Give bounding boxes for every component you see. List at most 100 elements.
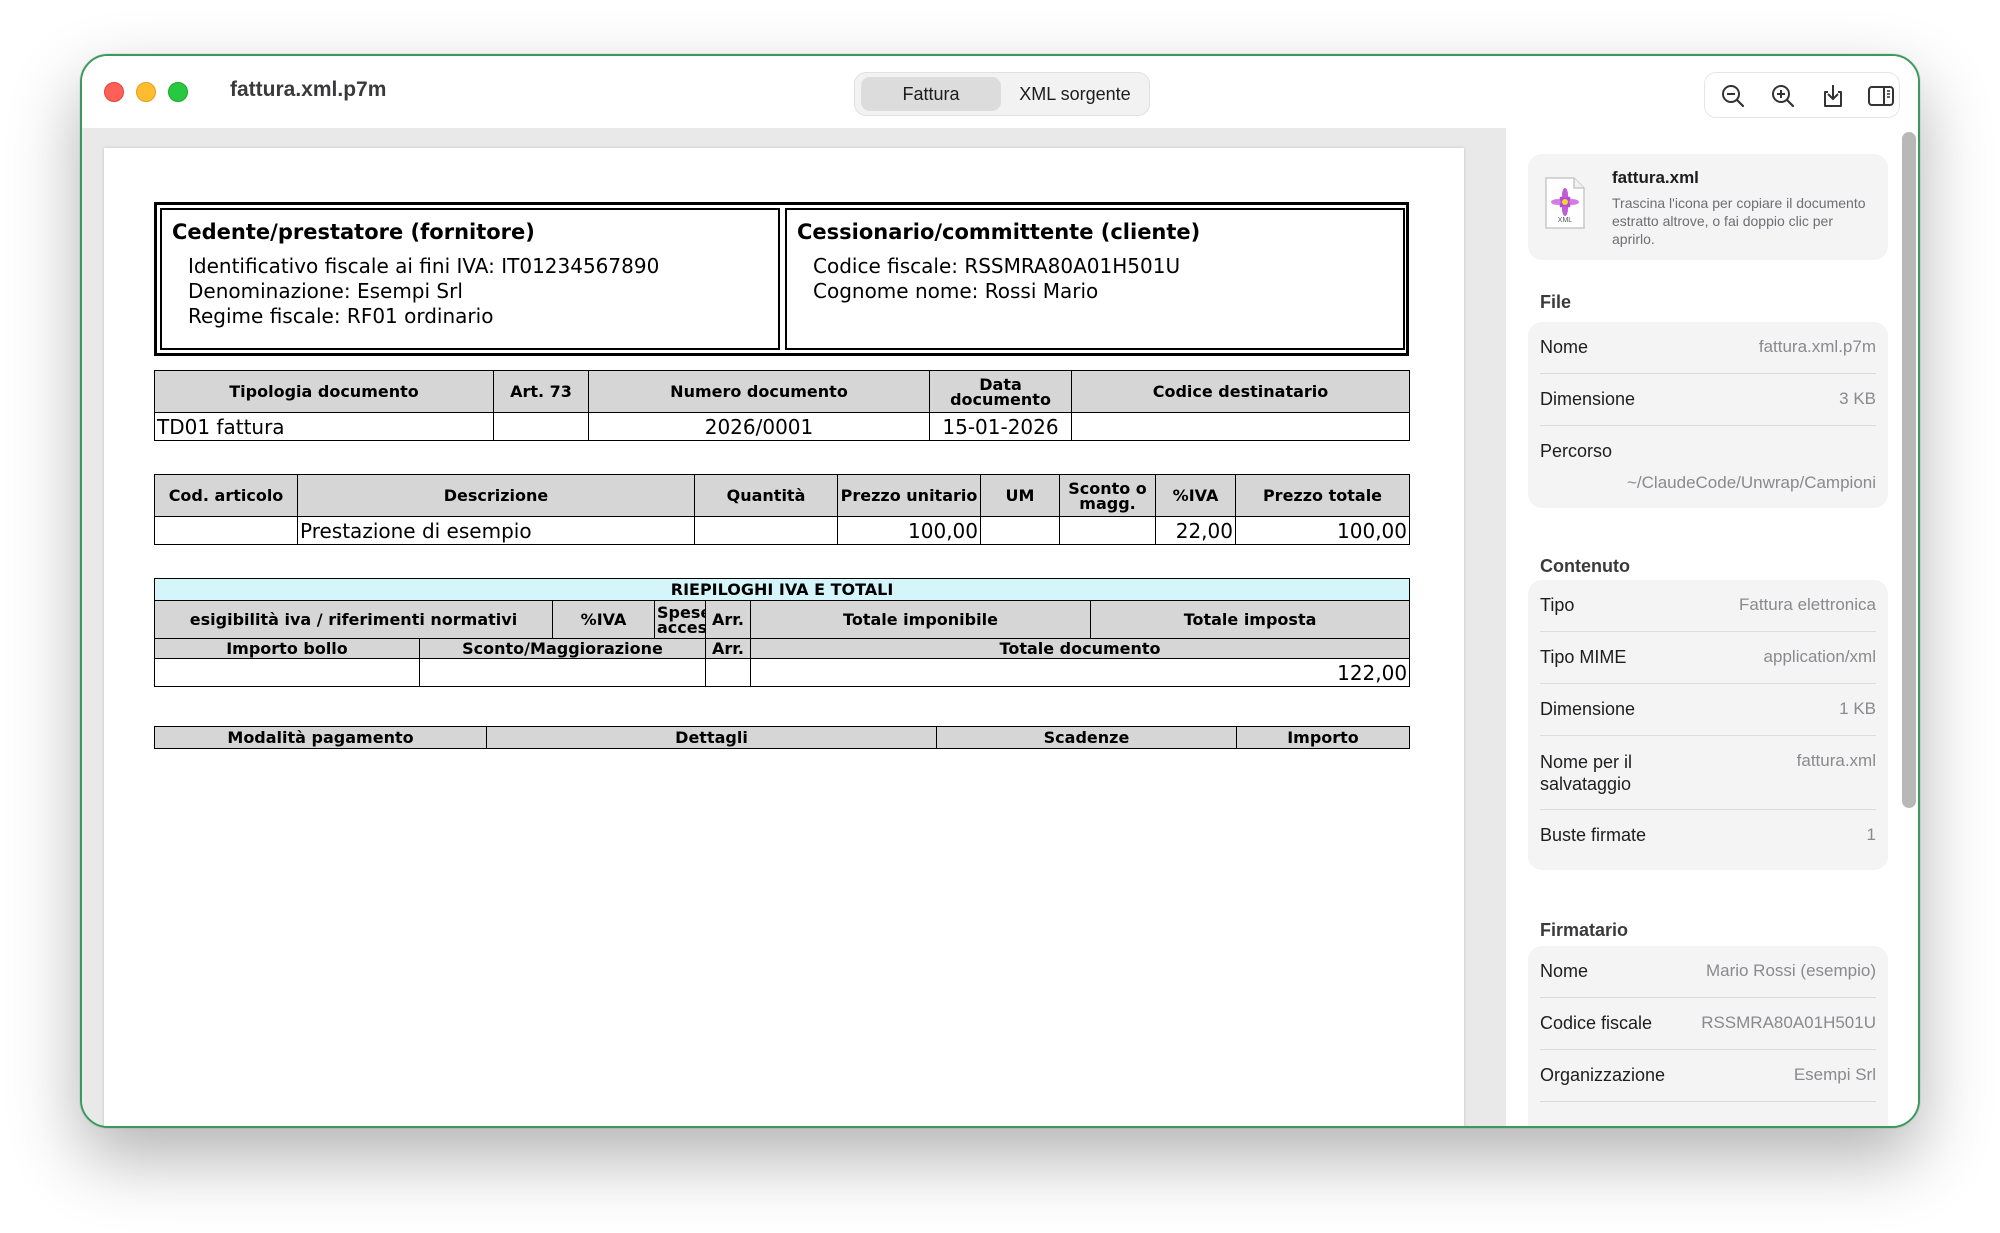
header-cell: Spese accessorie	[654, 600, 706, 639]
tab-xml-sorgente[interactable]: XML sorgente	[1005, 77, 1145, 111]
discount-surcharge	[419, 658, 706, 687]
info-value: RSSMRA80A01H501U	[1701, 1013, 1876, 1032]
item-unit-price: 100,00	[837, 516, 981, 545]
info-value: Mario Rossi (esempio)	[1705, 961, 1876, 980]
view-switcher: Fattura XML sorgente	[854, 72, 1150, 116]
document-data-table: Tipologia documento Art. 73 Numero docum…	[154, 370, 1410, 441]
info-row: Organizzazione Esempi Srl	[1540, 1062, 1876, 1092]
info-key: Organizzazione	[1540, 1065, 1666, 1085]
line-items-table: Cod. articolo Descrizione Quantità Prezz…	[154, 474, 1410, 545]
header-cell: Sconto o magg.	[1059, 474, 1156, 517]
divider	[1540, 683, 1876, 684]
xml-file-icon[interactable]: XML	[1544, 176, 1586, 230]
close-button[interactable]	[104, 82, 124, 102]
zoom-out-icon[interactable]	[1717, 80, 1749, 112]
invoice-page: Cedente/prestatore (fornitore) Identific…	[104, 148, 1464, 1126]
info-key: Nome per il salvataggio	[1540, 752, 1633, 794]
zoom-window-button[interactable]	[168, 82, 188, 102]
info-row: Tipo MIME application/xml	[1540, 644, 1876, 674]
info-row: Tipo Fattura elettronica	[1540, 592, 1876, 622]
summary-title: RIEPILOGHI IVA E TOTALI	[153, 578, 1411, 601]
divider	[1540, 425, 1876, 426]
header-cell: Art. 73	[493, 370, 589, 413]
info-row: Nome Mario Rossi (esempio)	[1540, 958, 1876, 988]
zoom-in-icon[interactable]	[1767, 80, 1799, 112]
cessionario-name: Cognome nome: Rossi Mario	[813, 279, 1099, 303]
recipient-code	[1071, 412, 1410, 441]
header-cell: Modalità pagamento	[154, 726, 487, 749]
divider	[1540, 809, 1876, 810]
section-title-file: File	[1540, 292, 1572, 312]
header-cell: Scadenze	[936, 726, 1237, 749]
header-cell: Dettagli	[486, 726, 937, 749]
document-type: TD01 fattura	[154, 412, 494, 441]
art73-value	[493, 412, 589, 441]
header-cell: Sconto/Maggiorazione	[419, 638, 706, 659]
export-icon[interactable]	[1817, 80, 1849, 112]
info-value: ~/ClaudeCode/Unwrap/Campioni	[1627, 473, 1876, 492]
extracted-file-hint: Trascina l'icona per copiare il document…	[1612, 195, 1866, 247]
cedente-vat-id: Identificativo fiscale ai fini IVA: IT01…	[188, 254, 660, 278]
header-cell: Cod. articolo	[154, 474, 298, 517]
header-cell: %IVA	[552, 600, 655, 639]
info-row: Dimensione 3 KB	[1540, 386, 1876, 416]
extracted-file-name: fattura.xml	[1612, 168, 1699, 187]
cedente-title: Cedente/prestatore (fornitore)	[172, 220, 535, 244]
document-number: 2026/0001	[588, 412, 930, 441]
info-key: Dimensione	[1540, 699, 1636, 719]
rounding	[705, 658, 751, 687]
content-info-group: Tipo Fattura elettronica Tipo MIME appli…	[1528, 580, 1888, 870]
file-info-group: Nome fattura.xml.p7m Dimensione 3 KB Per…	[1528, 322, 1888, 508]
header-cell: UM	[980, 474, 1060, 517]
info-row: Codice fiscale RSSMRA80A01H501U	[1540, 1010, 1876, 1040]
cessionario-tax-code: Codice fiscale: RSSMRA80A01H501U	[813, 254, 1181, 278]
header-cell: Tipologia documento	[154, 370, 494, 413]
extracted-file-card[interactable]: XML fattura.xml Trascina l'icona per cop…	[1528, 154, 1888, 260]
header-cell: Codice destinatario	[1071, 370, 1410, 413]
info-key: Tipo	[1540, 595, 1575, 615]
info-row: Nome fattura.xml.p7m	[1540, 334, 1876, 364]
info-value: fattura.xml	[1796, 751, 1876, 770]
cedente-box: Cedente/prestatore (fornitore) Identific…	[160, 208, 780, 350]
header-cell: Importo bollo	[154, 638, 420, 659]
info-value: 1	[1866, 825, 1876, 844]
section-title-content: Contenuto	[1540, 556, 1630, 576]
signer-info-group: Nome Mario Rossi (esempio) Codice fiscal…	[1528, 946, 1888, 1126]
title-bar: fattura.xml.p7m Fattura XML sorgente	[82, 56, 1918, 128]
info-key: Nome	[1540, 337, 1589, 357]
stamp-duty	[154, 658, 420, 687]
divider	[1540, 373, 1876, 374]
info-key: Nome	[1540, 961, 1589, 981]
header-cell: Totale documento	[749, 638, 1411, 659]
cessionario-title: Cessionario/committente (cliente)	[797, 220, 1201, 244]
header-cell: Numero documento	[588, 370, 930, 413]
minimize-button[interactable]	[136, 82, 156, 102]
parties-box: Cedente/prestatore (fornitore) Identific…	[154, 202, 1409, 356]
cedente-name: Denominazione: Esempi Srl	[188, 279, 463, 303]
header-cell: Arr.	[705, 638, 751, 659]
header-cell: Data documento	[929, 370, 1072, 413]
header-cell: Arr.	[705, 600, 751, 639]
invoice-viewer[interactable]: Cedente/prestatore (fornitore) Identific…	[82, 128, 1506, 1126]
item-description: Prestazione di esempio	[297, 516, 695, 545]
cessionario-box: Cessionario/committente (cliente) Codice…	[785, 208, 1405, 350]
header-cell: Descrizione	[297, 474, 695, 517]
divider	[1540, 1101, 1876, 1102]
info-key: Tipo MIME	[1540, 647, 1627, 667]
info-key: Percorso	[1540, 441, 1613, 461]
sidebar-scrollbar[interactable]	[1902, 132, 1916, 808]
sidebar-toggle-icon[interactable]	[1865, 80, 1897, 112]
info-key: Codice fiscale	[1540, 1013, 1653, 1033]
divider	[1540, 997, 1876, 998]
info-value: Esempi Srl	[1793, 1065, 1876, 1084]
info-key: Buste firmate	[1540, 825, 1647, 845]
tab-fattura[interactable]: Fattura	[861, 77, 1001, 111]
toolbar-actions	[1704, 72, 1900, 118]
document-total: 122,00	[749, 658, 1411, 687]
info-value: application/xml	[1763, 647, 1876, 666]
header-cell: Quantità	[694, 474, 838, 517]
item-code	[154, 516, 298, 545]
header-cell: Totale imposta	[1089, 600, 1411, 639]
document-date: 15-01-2026	[929, 412, 1072, 441]
window-title: fattura.xml.p7m	[230, 78, 387, 101]
